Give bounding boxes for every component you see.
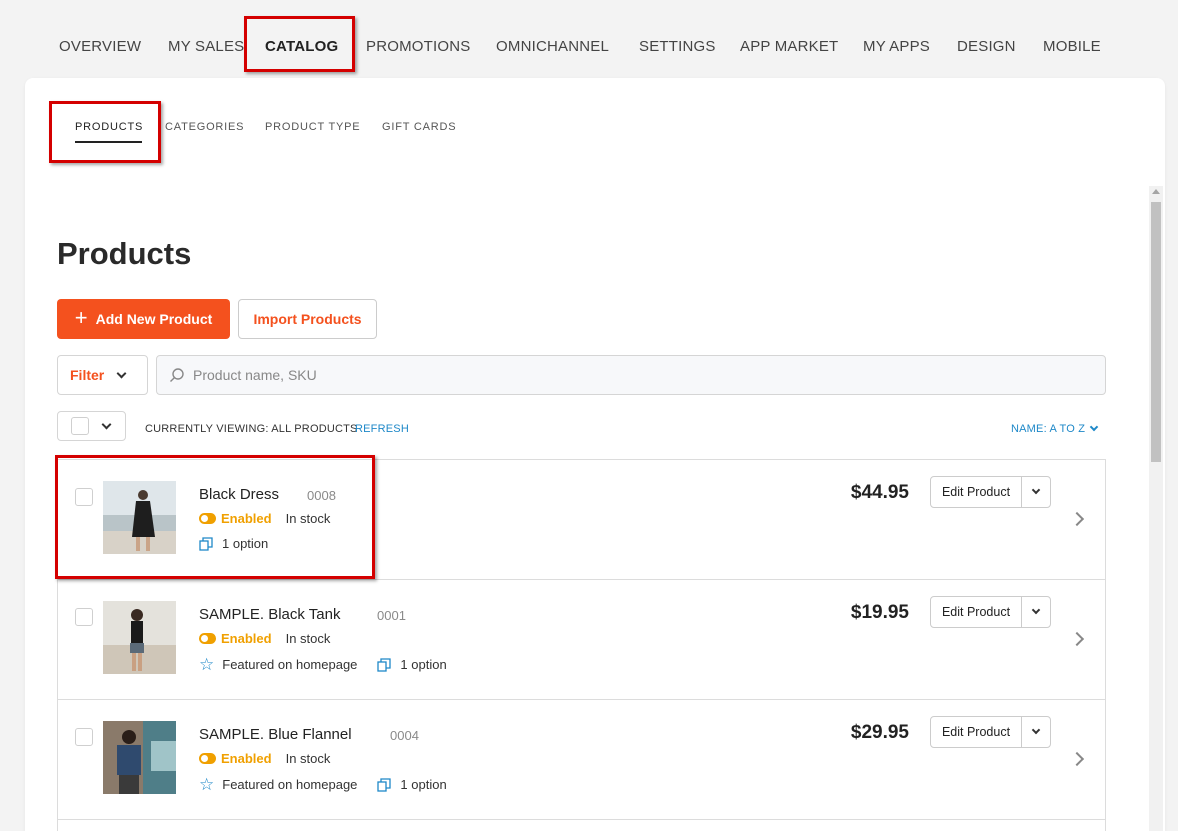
product-name[interactable]: SAMPLE. Black Tank — [199, 606, 340, 623]
import-products-label: Import Products — [253, 311, 362, 327]
subnav-categories[interactable]: CATEGORIES — [165, 121, 244, 133]
product-thumbnail[interactable] — [103, 481, 176, 554]
product-thumbnail[interactable] — [103, 601, 176, 674]
nav-app-market[interactable]: APP MARKET — [740, 38, 838, 55]
table-row — [58, 820, 1105, 831]
sort-dropdown[interactable]: NAME: A TO Z — [1011, 422, 1099, 435]
search-icon — [170, 368, 184, 382]
product-price: $44.95 — [850, 482, 909, 503]
status-label: Enabled — [221, 511, 272, 526]
chevron-down-icon — [1031, 725, 1041, 735]
row-checkbox[interactable] — [75, 488, 93, 506]
featured-label: Featured on homepage — [222, 777, 358, 792]
row-checkbox[interactable] — [75, 608, 93, 626]
status-label: Enabled — [221, 631, 272, 646]
product-meta: ☆ Featured on homepage 1 option — [199, 656, 447, 673]
top-navigation: OVERVIEW MY SALES CATALOG PROMOTIONS OMN… — [0, 0, 1178, 78]
options-label: 1 option — [400, 777, 447, 792]
product-status: Enabled In stock — [199, 631, 330, 646]
filter-dropdown[interactable]: Filter — [57, 355, 148, 395]
chevron-right-icon[interactable] — [1069, 751, 1085, 767]
options-label: 1 option — [222, 536, 269, 551]
product-sku: 0004 — [390, 728, 419, 743]
product-name[interactable]: Black Dress — [199, 486, 279, 503]
chevron-down-icon — [116, 368, 127, 378]
chevron-down-icon — [1031, 485, 1041, 495]
edit-product-split-button: Edit Product — [930, 596, 1051, 628]
chevron-right-icon[interactable] — [1069, 511, 1085, 527]
nav-promotions[interactable]: PROMOTIONS — [366, 38, 471, 55]
product-status: Enabled In stock — [199, 751, 330, 766]
product-meta: ☆ Featured on homepage 1 option — [199, 776, 447, 793]
chevron-right-icon[interactable] — [1069, 631, 1085, 647]
options-icon — [377, 777, 392, 792]
filter-label: Filter — [70, 367, 105, 383]
subnav-products[interactable]: PRODUCTS — [75, 121, 143, 133]
stock-label: In stock — [285, 751, 331, 766]
nav-mobile[interactable]: MOBILE — [1043, 38, 1101, 55]
star-icon: ☆ — [199, 655, 215, 674]
product-thumbnail[interactable] — [103, 721, 176, 794]
product-row[interactable]: Black Dress 0008 Enabled In stock 1 opti… — [58, 460, 1105, 580]
enabled-toggle-icon — [199, 753, 216, 764]
stock-label: In stock — [285, 511, 331, 526]
bulk-select-dropdown[interactable] — [57, 411, 126, 441]
import-products-button[interactable]: Import Products — [238, 299, 377, 339]
subnav-gift-cards[interactable]: GIFT CARDS — [382, 121, 456, 133]
active-tab-underline — [75, 141, 142, 143]
edit-product-menu-button[interactable] — [1022, 597, 1050, 627]
search-input[interactable] — [193, 367, 1073, 383]
plus-icon: + — [74, 305, 88, 330]
enabled-toggle-icon — [199, 633, 216, 644]
product-name[interactable]: SAMPLE. Blue Flannel — [199, 726, 352, 743]
chevron-down-icon — [1089, 422, 1099, 432]
currently-viewing-label: CURRENTLY VIEWING: ALL PRODUCTS — [145, 423, 358, 435]
options-icon — [199, 536, 213, 551]
chevron-down-icon — [1031, 605, 1041, 615]
refresh-link[interactable]: REFRESH — [355, 423, 409, 435]
nav-my-apps[interactable]: MY APPS — [863, 38, 930, 55]
add-new-product-label: Add New Product — [95, 311, 213, 327]
sort-label: NAME: A TO Z — [1011, 423, 1086, 435]
nav-omnichannel[interactable]: OMNICHANNEL — [496, 38, 609, 55]
nav-design[interactable]: DESIGN — [957, 38, 1016, 55]
scrollbar-thumb[interactable] — [1151, 202, 1161, 462]
search-box[interactable] — [156, 355, 1106, 395]
product-price: $29.95 — [850, 722, 909, 743]
chevron-down-icon — [101, 419, 112, 429]
enabled-toggle-icon — [199, 513, 216, 524]
product-row[interactable]: SAMPLE. Black Tank 0001 Enabled In stock… — [58, 580, 1105, 700]
nav-my-sales[interactable]: MY SALES — [168, 38, 244, 55]
star-icon: ☆ — [199, 775, 215, 794]
edit-product-button[interactable]: Edit Product — [931, 477, 1022, 507]
subnav-product-type[interactable]: PRODUCT TYPE — [265, 121, 360, 133]
edit-product-split-button: Edit Product — [930, 716, 1051, 748]
edit-product-menu-button[interactable] — [1022, 477, 1050, 507]
add-new-product-button[interactable]: + Add New Product — [57, 299, 230, 339]
edit-product-menu-button[interactable] — [1022, 717, 1050, 747]
nav-settings[interactable]: SETTINGS — [639, 38, 716, 55]
product-sku: 0001 — [377, 608, 406, 623]
page-title: Products — [57, 236, 192, 271]
options-icon — [377, 657, 392, 672]
edit-product-button[interactable]: Edit Product — [931, 597, 1022, 627]
nav-catalog[interactable]: CATALOG — [265, 38, 338, 55]
product-sku: 0008 — [307, 488, 336, 503]
product-price: $19.95 — [850, 602, 909, 623]
product-status: Enabled In stock — [199, 511, 330, 526]
row-checkbox[interactable] — [75, 728, 93, 746]
scrollbar[interactable] — [1149, 186, 1163, 831]
options-label: 1 option — [400, 657, 447, 672]
stock-label: In stock — [285, 631, 331, 646]
product-row[interactable]: SAMPLE. Blue Flannel 0004 Enabled In sto… — [58, 700, 1105, 820]
product-meta: 1 option — [199, 536, 268, 551]
scroll-up-arrow-icon[interactable] — [1152, 189, 1160, 194]
featured-label: Featured on homepage — [222, 657, 358, 672]
edit-product-split-button: Edit Product — [930, 476, 1051, 508]
product-list: Black Dress 0008 Enabled In stock 1 opti… — [57, 459, 1106, 831]
status-label: Enabled — [221, 751, 272, 766]
edit-product-button[interactable]: Edit Product — [931, 717, 1022, 747]
nav-overview[interactable]: OVERVIEW — [59, 38, 141, 55]
select-all-checkbox[interactable] — [71, 417, 89, 435]
